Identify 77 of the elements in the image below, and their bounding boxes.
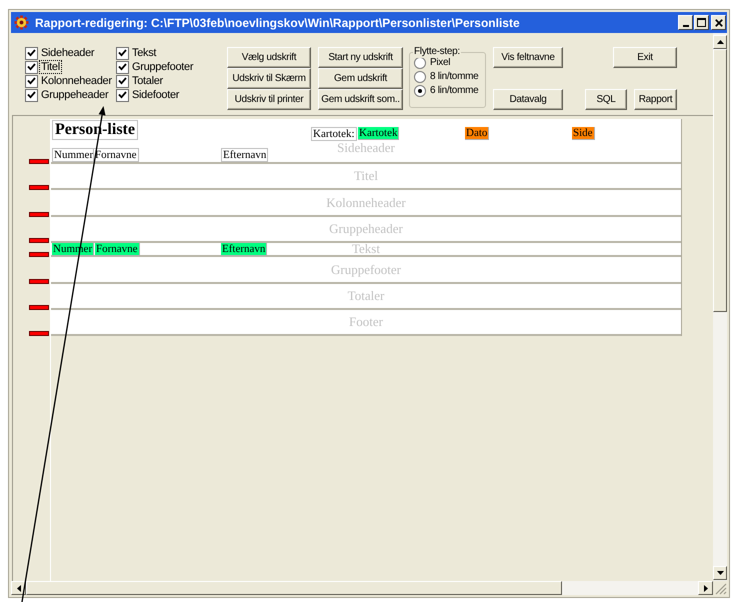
- checkbox-label[interactable]: Gruppeheader: [39, 88, 110, 102]
- print-to-screen-button[interactable]: Udskriv til Skærm: [227, 68, 311, 89]
- gear-icon: [14, 15, 29, 30]
- minimize-icon: [682, 25, 688, 27]
- band-label: Footer: [349, 316, 383, 328]
- window-title: Rapport-redigering: C:\FTP\03feb\noevlingskov\Win\Rapport\Personlister\Personliste: [35, 16, 521, 30]
- band-label: Gruppeheader: [329, 223, 403, 235]
- checkbox-label[interactable]: Kolonneheader: [39, 74, 114, 88]
- band-resize-handle[interactable]: [29, 238, 49, 243]
- data-field[interactable]: Efternavn: [221, 243, 268, 256]
- band-resize-handle[interactable]: [29, 159, 49, 164]
- save-printout-as-button[interactable]: Gem udskrift som..: [318, 89, 403, 110]
- checkbox-label[interactable]: Sideheader: [39, 46, 96, 60]
- down-triangle-icon: [716, 571, 724, 575]
- band-resize-handle[interactable]: [29, 212, 49, 217]
- field-label[interactable]: Nummer: [52, 148, 96, 162]
- radio-button[interactable]: [414, 71, 426, 83]
- band-resize-handle[interactable]: [29, 331, 49, 336]
- up-triangle-icon: [716, 40, 724, 44]
- radio-label[interactable]: 6 lin/tomme: [430, 85, 478, 97]
- checkbox[interactable]: [25, 74, 38, 88]
- band-label: Kolonneheader: [326, 196, 406, 208]
- radio-label[interactable]: Pixel: [430, 57, 450, 69]
- band-label: Titel: [354, 170, 378, 182]
- band-resize-handle[interactable]: [29, 279, 49, 284]
- radio-button[interactable]: [414, 57, 426, 69]
- band-label: Gruppefooter: [330, 264, 402, 276]
- scroll-down-button[interactable]: [713, 566, 727, 580]
- checkbox[interactable]: [25, 88, 38, 102]
- close-icon: [714, 18, 722, 26]
- scrollbar-thumb[interactable]: [713, 49, 727, 312]
- band-resize-handle[interactable]: [29, 185, 49, 190]
- band-label: Totaler: [348, 290, 384, 302]
- checkbox[interactable]: [116, 88, 129, 102]
- scroll-left-button[interactable]: [11, 581, 26, 595]
- close-button[interactable]: [711, 15, 726, 30]
- field-label[interactable]: Kartotek:: [311, 127, 357, 141]
- band-resize-handle[interactable]: [29, 252, 49, 257]
- show-field-names-button[interactable]: Vis feltnavne: [493, 47, 563, 68]
- radio-label[interactable]: 8 lin/tomme: [430, 71, 478, 83]
- exit-button[interactable]: Exit: [613, 47, 677, 68]
- scroll-right-button[interactable]: [698, 581, 713, 595]
- maximize-button[interactable]: [694, 15, 709, 30]
- checkbox[interactable]: [116, 46, 129, 60]
- data-field[interactable]: Side: [572, 127, 595, 140]
- right-triangle-icon: [704, 584, 708, 592]
- checkbox-label[interactable]: Gruppefooter: [130, 60, 196, 74]
- checkbox-label[interactable]: Sidefooter: [130, 88, 182, 102]
- scrollbar-thumb[interactable]: [26, 581, 562, 595]
- data-field[interactable]: Fornavne: [95, 243, 140, 256]
- size-grip-icon[interactable]: [713, 581, 727, 595]
- group-title: Flytte-step:: [413, 46, 461, 58]
- checkbox-label[interactable]: Totaler: [130, 74, 165, 88]
- scroll-up-button[interactable]: [713, 35, 727, 49]
- data-selection-button[interactable]: Datavalg: [493, 89, 563, 110]
- report-button[interactable]: Rapport: [634, 89, 677, 110]
- data-field[interactable]: Kartotek: [358, 127, 400, 140]
- left-triangle-icon: [16, 584, 20, 592]
- sql-button[interactable]: SQL: [585, 89, 627, 110]
- print-to-printer-button[interactable]: Udskriv til printer: [227, 89, 311, 110]
- checkbox[interactable]: [116, 60, 129, 74]
- radio-button[interactable]: [414, 85, 426, 97]
- select-printout-button[interactable]: Vælg udskrift: [227, 47, 311, 68]
- save-printout-button[interactable]: Gem udskrift: [318, 68, 403, 89]
- maximize-icon: [697, 18, 706, 27]
- checkbox[interactable]: [25, 60, 38, 74]
- checkbox-label[interactable]: Tekst: [130, 46, 158, 60]
- band-label: Tekst: [352, 243, 380, 255]
- checkbox[interactable]: [116, 74, 129, 88]
- band-label: Sideheader: [337, 142, 395, 154]
- band-resize-handle[interactable]: [29, 305, 49, 310]
- new-printout-button[interactable]: Start ny udskrift: [318, 47, 403, 68]
- field-label[interactable]: Efternavn: [221, 148, 268, 162]
- checkbox-label[interactable]: Titel: [39, 60, 62, 74]
- data-field[interactable]: Dato: [465, 127, 490, 140]
- checkbox[interactable]: [25, 46, 38, 60]
- minimize-button[interactable]: [678, 15, 693, 30]
